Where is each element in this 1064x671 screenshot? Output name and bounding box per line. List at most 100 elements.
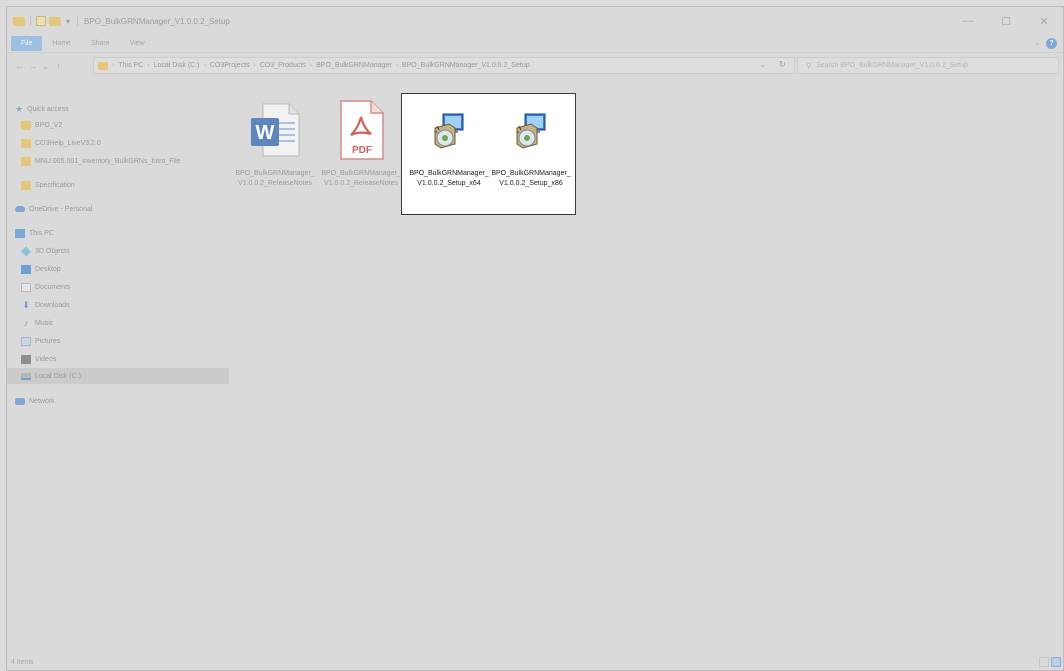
nav-label: Specification <box>35 181 75 189</box>
file-name: BPO_BulkGRNManager_V1.0.0.2_Setup_x86 <box>491 170 571 187</box>
nav-label: Quick access <box>27 105 69 113</box>
music-icon: ♪ <box>23 317 29 328</box>
chevron-right-icon: › <box>203 62 206 69</box>
nav-quick-access[interactable]: ★ Quick access <box>7 101 229 117</box>
folder-icon <box>13 16 25 26</box>
breadcrumb-co3-products[interactable]: CO3_Products <box>260 62 306 69</box>
word-doc-icon: W <box>245 94 305 166</box>
nav-onedrive[interactable]: OneDrive - Personal <box>7 201 229 217</box>
file-item-setup-x64[interactable]: BPO_BulkGRNManager_V1.0.0.2_Setup_x64 <box>409 90 489 210</box>
tab-view[interactable]: View <box>120 40 155 47</box>
nav-label: BPO_V2 <box>35 121 63 129</box>
title-bar: ▾ BPO_BulkGRNManager_V1.0.0.2_Setup — ☐ … <box>7 7 1063 35</box>
nav-pinned-co3help[interactable]: CO3Help_LiveV3.2.0 <box>7 135 229 151</box>
nav-label: Desktop <box>35 265 61 273</box>
nav-label: Music <box>35 319 54 327</box>
navigation-pane: ★ Quick access BPO_V2 CO3Help_LiveV3.2.0… <box>7 97 229 657</box>
installer-icon <box>419 94 479 166</box>
separator <box>30 16 31 26</box>
up-button[interactable]: ↑ <box>52 61 65 71</box>
nav-pinned-bpo-v2[interactable]: BPO_V2 <box>7 117 229 133</box>
tab-share[interactable]: Share <box>81 40 120 47</box>
file-item-setup-x86[interactable]: BPO_BulkGRNManager_V1.0.0.2_Setup_x86 <box>491 90 571 210</box>
cloud-icon <box>15 206 25 212</box>
view-toggle <box>1039 657 1061 667</box>
drive-icon <box>21 372 31 380</box>
expand-ribbon-icon[interactable]: ⌄ <box>1034 38 1041 47</box>
file-item-release-notes-docx[interactable]: W BPO_BulkGRNManager_V1.0.0.2_ReleaseNot… <box>235 90 315 210</box>
status-bar: 4 items <box>7 654 1063 670</box>
properties-icon[interactable] <box>36 16 46 26</box>
back-button[interactable]: ← <box>13 61 26 71</box>
nav-label: Downloads <box>35 301 70 309</box>
nav-label: Network <box>29 397 55 405</box>
nav-desktop[interactable]: Desktop <box>7 261 229 277</box>
videos-icon <box>21 354 31 364</box>
nav-label: OneDrive - Personal <box>29 205 93 213</box>
explorer-window: ▾ BPO_BulkGRNManager_V1.0.0.2_Setup — ☐ … <box>6 6 1064 671</box>
quick-access-toolbar: ▾ <box>13 16 80 26</box>
nav-local-disk[interactable]: Local Disk (C:) <box>7 368 229 384</box>
minimize-button[interactable]: — <box>949 7 987 35</box>
folder-icon <box>98 61 108 70</box>
nav-pictures[interactable]: Pictures <box>7 333 229 349</box>
separator <box>77 16 79 26</box>
chevron-right-icon: › <box>309 62 313 69</box>
chevron-right-icon: › <box>112 62 115 69</box>
nav-label: CO3Help_LiveV3.2.0 <box>35 139 101 147</box>
chevron-right-icon: › <box>253 62 256 69</box>
breadcrumb-local-disk[interactable]: Local Disk (C:) <box>154 62 200 69</box>
nav-pinned-mnu[interactable]: MNU.005.001_Inventory_BulkGRNs_Intro_Fil… <box>7 153 229 169</box>
window-controls: — ☐ ✕ <box>949 7 1063 35</box>
refresh-icon[interactable]: ↻ <box>778 59 786 70</box>
chevron-right-icon: › <box>147 62 150 69</box>
svg-text:W: W <box>256 122 275 144</box>
nav-label: Videos <box>35 355 57 363</box>
chevron-right-icon: › <box>395 62 398 69</box>
window-title: BPO_BulkGRNManager_V1.0.0.2_Setup <box>84 16 230 26</box>
forward-button[interactable]: → <box>26 61 39 71</box>
network-icon <box>15 397 25 405</box>
nav-3d-objects[interactable]: 3D Objects <box>7 243 229 259</box>
nav-downloads[interactable]: ⬇ Downloads <box>7 297 229 313</box>
maximize-button[interactable]: ☐ <box>987 7 1025 35</box>
large-icons-view-button[interactable] <box>1051 657 1061 667</box>
file-item-release-notes-pdf[interactable]: PDF BPO_BulkGRNManager_V1.0.0.2_ReleaseN… <box>321 90 401 210</box>
pdf-label: PDF <box>352 145 372 156</box>
nav-this-pc[interactable]: This PC <box>7 225 229 241</box>
nav-label: MNU.005.001_Inventory_BulkGRNs_Intro_Fil… <box>35 157 181 165</box>
computer-icon <box>15 228 25 238</box>
tab-home[interactable]: Home <box>42 40 81 47</box>
nav-label: This PC <box>29 229 54 237</box>
breadcrumb-co3projects[interactable]: CO3Projects <box>210 62 250 69</box>
search-input[interactable]: ⚲ Search BPO_BulkGRNManager_V1.0.0.2_Set… <box>797 57 1059 74</box>
pictures-icon <box>21 336 31 346</box>
nav-music[interactable]: ♪ Music <box>7 315 229 331</box>
breadcrumb-this-pc[interactable]: This PC <box>118 62 143 69</box>
nav-network[interactable]: Network <box>7 393 229 409</box>
nav-label: Documents <box>35 283 71 291</box>
ribbon-tabs: File Home Share View ⌄ ? <box>7 35 1063 53</box>
breadcrumb-setup-folder[interactable]: BPO_BulkGRNManager_V1.0.0.2_Setup <box>402 62 530 69</box>
pdf-icon: PDF <box>331 94 391 166</box>
search-placeholder: Search BPO_BulkGRNManager_V1.0.0.2_Setup <box>816 62 968 69</box>
details-view-button[interactable] <box>1039 657 1049 667</box>
close-button[interactable]: ✕ <box>1025 7 1063 35</box>
file-list: W BPO_BulkGRNManager_V1.0.0.2_ReleaseNot… <box>235 90 1061 660</box>
folder-icon <box>21 120 31 130</box>
recent-locations-icon[interactable]: ⌄ <box>39 61 52 72</box>
cube-icon <box>20 245 32 257</box>
nav-videos[interactable]: Videos <box>7 351 229 367</box>
breadcrumb-bulkgrnmanager[interactable]: BPO_BulkGRNManager <box>316 62 391 69</box>
address-bar[interactable]: › This PC › Local Disk (C:) › CO3Project… <box>93 57 795 74</box>
nav-documents[interactable]: Documents <box>7 279 229 295</box>
search-icon: ⚲ <box>806 62 812 70</box>
nav-pinned-specification[interactable]: Specification <box>7 177 229 193</box>
help-icon[interactable]: ? <box>1046 38 1057 49</box>
installer-icon <box>501 94 561 166</box>
new-folder-icon[interactable] <box>49 16 61 26</box>
tab-file[interactable]: File <box>11 36 43 51</box>
address-dropdown-icon[interactable]: ⌄ <box>759 60 766 69</box>
download-icon: ⬇ <box>22 299 30 310</box>
customize-quick-access-icon[interactable]: ▾ <box>66 17 70 26</box>
